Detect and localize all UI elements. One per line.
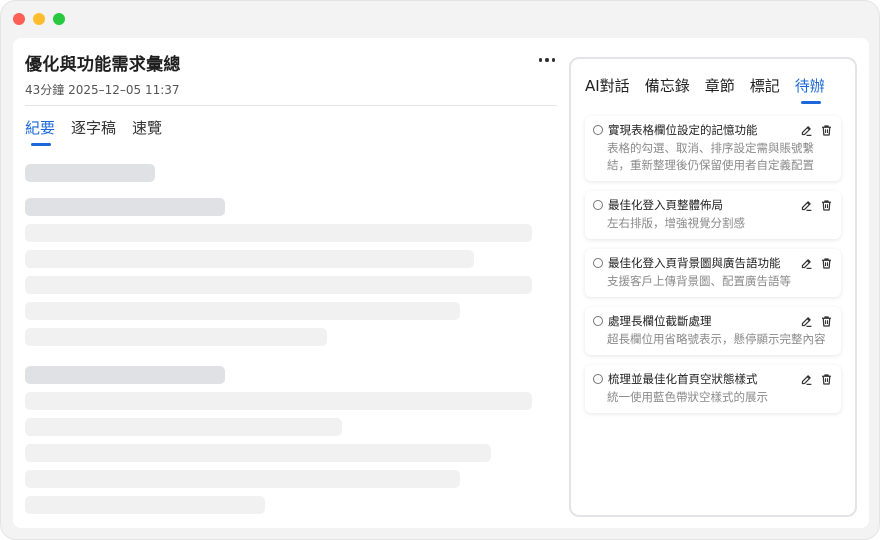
- todo-item: 梳理並最佳化首頁空狀態樣式 統一使用藍色帶狀空樣式的展示: [585, 365, 841, 413]
- maximize-window-button[interactable]: [53, 13, 65, 25]
- delete-icon[interactable]: [820, 315, 833, 328]
- todo-description: 統一使用藍色帶狀空樣式的展示: [607, 390, 768, 404]
- todo-title: 最佳化登入頁整體佈局: [608, 198, 723, 212]
- todo-title: 最佳化登入頁背景圖與廣告語功能: [608, 256, 781, 270]
- delete-icon[interactable]: [820, 124, 833, 137]
- delete-icon[interactable]: [820, 257, 833, 270]
- skeleton-line: [25, 276, 532, 294]
- todo-checkbox[interactable]: [593, 374, 603, 384]
- side-panel: AI對話 備忘錄 章節 標記 待辦 實現表格欄位設定的記憶功能 表格的勾選、取消…: [569, 57, 857, 517]
- window-controls: [13, 13, 65, 25]
- minimize-window-button[interactable]: [33, 13, 45, 25]
- edit-icon[interactable]: [800, 199, 813, 212]
- page-title: 優化與功能需求彙總: [25, 55, 181, 75]
- more-options-button[interactable]: [535, 48, 559, 72]
- tab-todo[interactable]: 待辦: [795, 75, 825, 104]
- todo-item: 實現表格欄位設定的記憶功能 表格的勾選、取消、排序設定需與賬號繫 結，重新整理後…: [585, 116, 841, 181]
- close-window-button[interactable]: [13, 13, 25, 25]
- todo-description: 左右排版，增強視覺分割感: [607, 216, 745, 230]
- todo-checkbox[interactable]: [593, 200, 603, 210]
- summary-pane: 優化與功能需求彙總 43分鐘 2025–12–05 11:37 紀要 逐字稿 速…: [13, 38, 569, 528]
- todo-description: 支援客戶上傳背景圖、配置廣告語等: [607, 274, 791, 288]
- skeleton-line: [25, 328, 327, 346]
- delete-icon[interactable]: [820, 373, 833, 386]
- todo-checkbox[interactable]: [593, 316, 603, 326]
- tab-transcript[interactable]: 逐字稿: [71, 117, 116, 146]
- skeleton-line: [25, 444, 491, 462]
- tab-marks[interactable]: 標記: [750, 75, 780, 104]
- todo-title: 處理長欄位截斷處理: [608, 314, 712, 328]
- content-tabs: 紀要 逐字稿 速覽: [25, 117, 162, 146]
- skeleton-line: [25, 198, 225, 216]
- main-content: 優化與功能需求彙總 43分鐘 2025–12–05 11:37 紀要 逐字稿 速…: [13, 38, 869, 528]
- todo-item: 最佳化登入頁背景圖與廣告語功能 支援客戶上傳背景圖、配置廣告語等: [585, 249, 841, 297]
- skeleton-line: [25, 302, 460, 320]
- skeleton-line: [25, 250, 474, 268]
- todo-item: 最佳化登入頁整體佈局 左右排版，增強視覺分割感: [585, 191, 841, 239]
- side-panel-tabs: AI對話 備忘錄 章節 標記 待辦: [585, 75, 825, 104]
- tab-memo[interactable]: 備忘錄: [645, 75, 690, 104]
- more-horizontal-icon: [538, 58, 543, 62]
- skeleton-line: [25, 392, 532, 410]
- todo-item: 處理長欄位截斷處理 超長欄位用省略號表示，懸停顯示完整內容: [585, 307, 841, 355]
- todo-description: 超長欄位用省略號表示，懸停顯示完整內容: [607, 332, 826, 346]
- todo-title: 實現表格欄位設定的記憶功能: [608, 123, 758, 137]
- todo-list: 實現表格欄位設定的記憶功能 表格的勾選、取消、排序設定需與賬號繫 結，重新整理後…: [585, 116, 841, 423]
- tab-chapters[interactable]: 章節: [705, 75, 735, 104]
- skeleton-line: [25, 224, 532, 242]
- todo-title: 梳理並最佳化首頁空狀態樣式: [608, 372, 758, 386]
- edit-icon[interactable]: [800, 257, 813, 270]
- divider: [25, 105, 557, 106]
- skeleton-line: [25, 164, 155, 182]
- tab-ai-chat[interactable]: AI對話: [585, 75, 630, 104]
- skeleton-line: [25, 470, 460, 488]
- edit-icon[interactable]: [800, 124, 813, 137]
- skeleton-line: [25, 366, 225, 384]
- todo-description: 表格的勾選、取消、排序設定需與賬號繫 結，重新整理後仍保留使用者自定義配置: [607, 141, 814, 172]
- edit-icon[interactable]: [800, 315, 813, 328]
- tab-minutes[interactable]: 紀要: [25, 117, 55, 146]
- todo-checkbox[interactable]: [593, 125, 603, 135]
- app-window: 優化與功能需求彙總 43分鐘 2025–12–05 11:37 紀要 逐字稿 速…: [0, 0, 880, 540]
- delete-icon[interactable]: [820, 199, 833, 212]
- edit-icon[interactable]: [800, 373, 813, 386]
- todo-checkbox[interactable]: [593, 258, 603, 268]
- tab-overview[interactable]: 速覽: [132, 117, 162, 146]
- recording-meta: 43分鐘 2025–12–05 11:37: [25, 83, 180, 97]
- skeleton-line: [25, 418, 342, 436]
- skeleton-line: [25, 496, 265, 514]
